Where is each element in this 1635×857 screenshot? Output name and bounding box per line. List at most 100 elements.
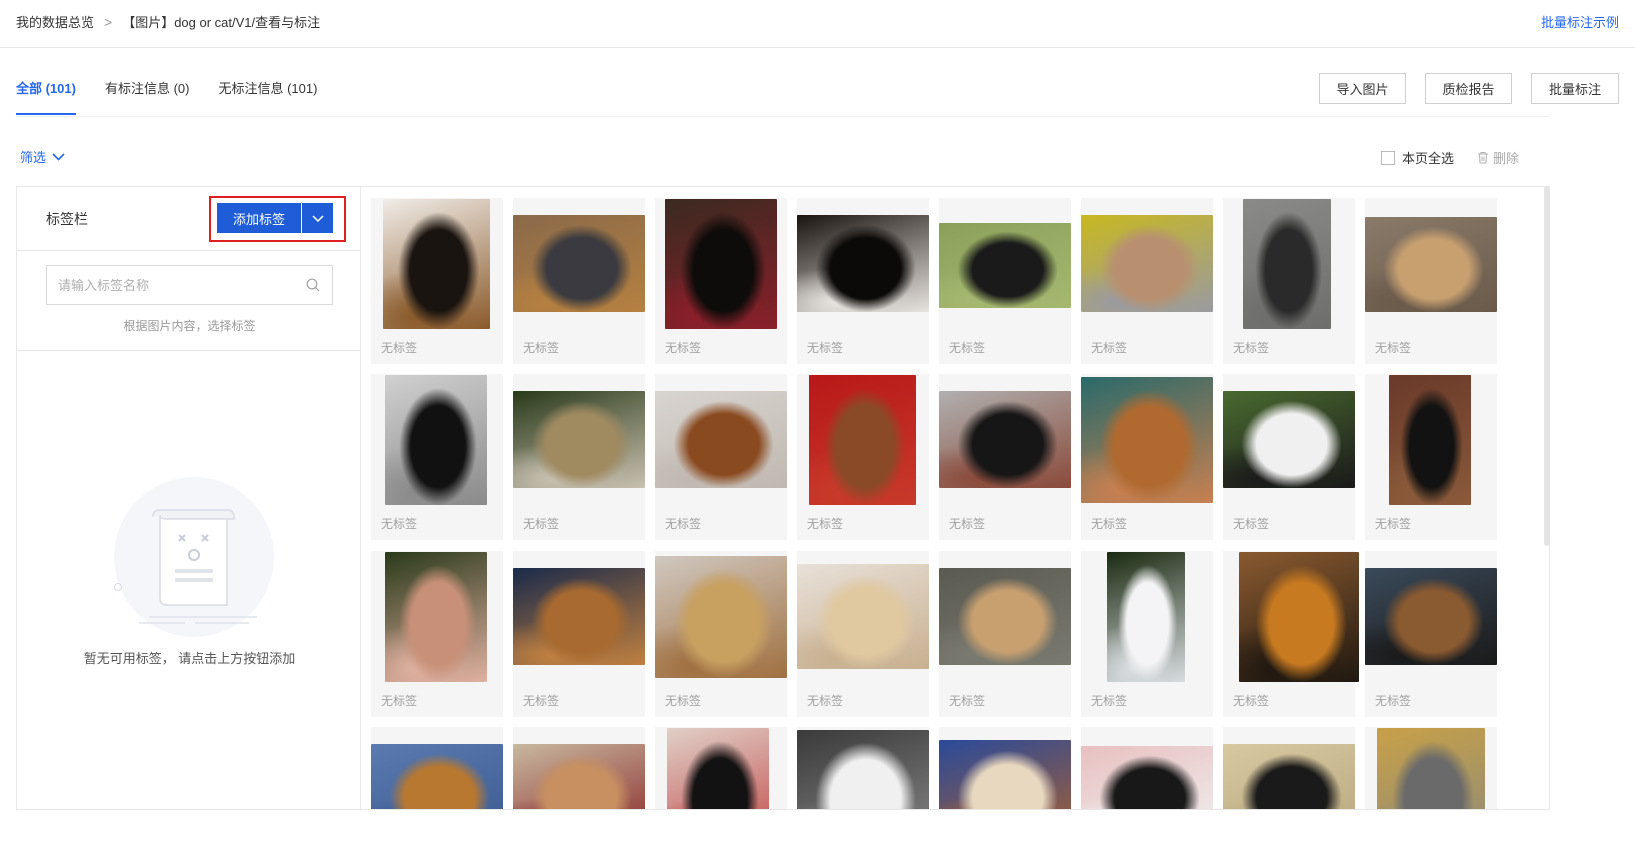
image-card[interactable]: 无标签 (1223, 551, 1359, 717)
batch-label-button[interactable]: 批量标注 (1531, 73, 1619, 104)
image-card[interactable]: 无标签 (1223, 374, 1355, 540)
image-card[interactable]: 无标签 (371, 374, 503, 540)
thumbnail-poodle-red[interactable] (809, 375, 916, 505)
image-card[interactable]: 无标签 (655, 198, 787, 364)
thumbnail-white-dogs-grass[interactable] (1223, 391, 1355, 488)
thumbnail-label: 无标签 (1233, 517, 1270, 531)
image-card[interactable]: 无标签 (1365, 727, 1497, 809)
thumbnail-black-dog-fence[interactable] (1389, 375, 1471, 505)
image-card[interactable]: 无标签 (1081, 374, 1213, 540)
image-card[interactable]: 无标签 (1365, 551, 1497, 717)
thumbnail-label: 无标签 (1233, 341, 1270, 355)
image-card[interactable]: 无标签 (513, 374, 645, 540)
chevron-down-icon (311, 214, 324, 222)
image-card[interactable]: 无标签 (939, 551, 1071, 717)
image-card[interactable]: 无标签 (371, 727, 503, 809)
thumbnail-schnauzer-gravel[interactable] (1243, 199, 1331, 329)
thumbnail-mastiff-smile[interactable] (1081, 377, 1213, 503)
image-card[interactable]: 无标签 (513, 198, 645, 364)
image-card[interactable]: 无标签 (1081, 198, 1213, 364)
import-images-button[interactable]: 导入图片 (1319, 73, 1406, 104)
thumbnail-label: 无标签 (523, 517, 560, 531)
thumbnail-label: 无标签 (807, 341, 844, 355)
thumbnail-label: 无标签 (665, 517, 702, 531)
image-card[interactable]: 无标签 (655, 374, 787, 540)
thumbnail-samoyed-white[interactable] (1107, 552, 1185, 682)
thumbnail-two-shepherds[interactable] (1239, 552, 1359, 682)
thumbnail-dog-leash-pavement[interactable] (939, 568, 1071, 665)
tab-all[interactable]: 全部 (101) (16, 78, 76, 115)
image-card[interactable]: 无标签 (939, 374, 1071, 540)
thumbnail-white-dog-cage[interactable] (797, 730, 929, 809)
thumbnail-dog-hallway[interactable] (1223, 744, 1355, 809)
image-card[interactable]: 无标签 (1365, 374, 1497, 540)
add-label-dropdown[interactable] (302, 203, 333, 233)
image-card[interactable]: 无标签 (1223, 198, 1355, 364)
select-all-page[interactable]: 本页全选 (1381, 148, 1454, 167)
label-search-input[interactable] (47, 266, 297, 304)
image-card[interactable]: 无标签 (797, 374, 929, 540)
thumbnail-label: 无标签 (1375, 341, 1412, 355)
tab-labeled[interactable]: 有标注信息 (0) (105, 78, 190, 115)
thumbnail-label: 无标签 (381, 694, 418, 708)
filter-toggle[interactable]: 筛选 (20, 147, 65, 166)
thumbnail-black-tan-puppy[interactable] (383, 199, 490, 329)
image-card[interactable]: 无标签 (655, 727, 787, 809)
breadcrumb-current: 【图片】dog or cat/V1/查看与标注 (122, 15, 321, 30)
sidebar-title: 标签栏 (46, 211, 88, 227)
thumbnail-label: 无标签 (1091, 341, 1128, 355)
thumbnail-dog-with-person[interactable] (1365, 217, 1497, 312)
thumbnail-dog-blue-floor[interactable] (371, 744, 503, 809)
select-all-checkbox[interactable] (1381, 150, 1395, 165)
image-card[interactable]: 无标签 (513, 551, 645, 717)
image-card[interactable]: 无标签 (655, 551, 787, 717)
image-card[interactable]: 无标签 (1081, 727, 1213, 809)
image-card[interactable]: 无标签 (1223, 727, 1355, 809)
thumbnail-small-dog-grass[interactable] (939, 223, 1071, 308)
delete-button[interactable]: 删除 (1477, 148, 1519, 167)
image-card[interactable]: 无标签 (939, 727, 1071, 809)
thumbnail-brown-puppy-bed[interactable] (655, 391, 787, 488)
thumbnail-chow-face[interactable] (513, 568, 645, 665)
image-card[interactable]: 无标签 (939, 198, 1071, 364)
image-card[interactable]: 无标签 (797, 198, 929, 364)
thumbnail-small-dog-on-floor[interactable] (513, 215, 645, 312)
thumbnail-black-dog-snow[interactable] (939, 391, 1071, 488)
image-card[interactable]: 无标签 (1081, 551, 1213, 717)
thumbnail-black-dog-closeup[interactable] (797, 215, 929, 312)
gallery-scrollbar[interactable] (1544, 186, 1550, 546)
delete-label: 删除 (1493, 151, 1520, 166)
thumbnail-label: 无标签 (1375, 694, 1412, 708)
image-card[interactable]: 无标签 (1365, 198, 1497, 364)
image-card[interactable]: 无标签 (371, 551, 503, 717)
breadcrumb-root-link[interactable]: 我的数据总览 (16, 12, 94, 31)
image-card[interactable]: 无标签 (797, 727, 929, 809)
thumbnail-dog-lying-night[interactable] (513, 391, 645, 488)
search-icon[interactable] (306, 278, 320, 292)
trash-icon (1478, 152, 1488, 164)
thumbnail-label: 无标签 (1091, 694, 1128, 708)
add-label-button[interactable]: 添加标签 (217, 203, 301, 233)
image-card[interactable]: 无标签 (513, 727, 645, 809)
thumbnail-label: 无标签 (949, 517, 986, 531)
top-bar: 我的数据总览 > 【图片】dog or cat/V1/查看与标注 批量标注示例 (0, 0, 1635, 48)
top-actions: 导入图片 质检报告 批量标注 (1300, 73, 1619, 104)
image-card[interactable]: 无标签 (371, 198, 503, 364)
batch-example-link[interactable]: 批量标注示例 (1541, 12, 1619, 31)
thumbnail-tan-dog-vet[interactable] (655, 556, 787, 678)
tab-unlabeled[interactable]: 无标注信息 (101) (218, 78, 317, 115)
thumbnail-fluffy-cream-dog[interactable] (797, 564, 929, 669)
image-card[interactable]: 无标签 (797, 551, 929, 717)
thumbnail-spaniel-boxes[interactable] (513, 744, 645, 809)
quality-report-button[interactable]: 质检报告 (1425, 73, 1512, 104)
thumbnail-dog-kiss[interactable] (1081, 746, 1213, 809)
thumbnail-black-pug-hand[interactable] (667, 728, 769, 809)
thumbnail-small-dog-blue[interactable] (939, 740, 1071, 809)
thumbnail-label: 无标签 (949, 694, 986, 708)
thumbnail-shepherd-puppy[interactable] (1365, 568, 1497, 665)
thumbnail-black-puppy-fence[interactable] (385, 375, 487, 505)
thumbnail-cocker-spaniel[interactable] (385, 552, 487, 682)
thumbnail-doberman-tongue[interactable] (665, 199, 777, 329)
thumbnail-dog-on-blanket[interactable] (1081, 215, 1213, 312)
thumbnail-tabby-cat[interactable] (1377, 728, 1485, 809)
